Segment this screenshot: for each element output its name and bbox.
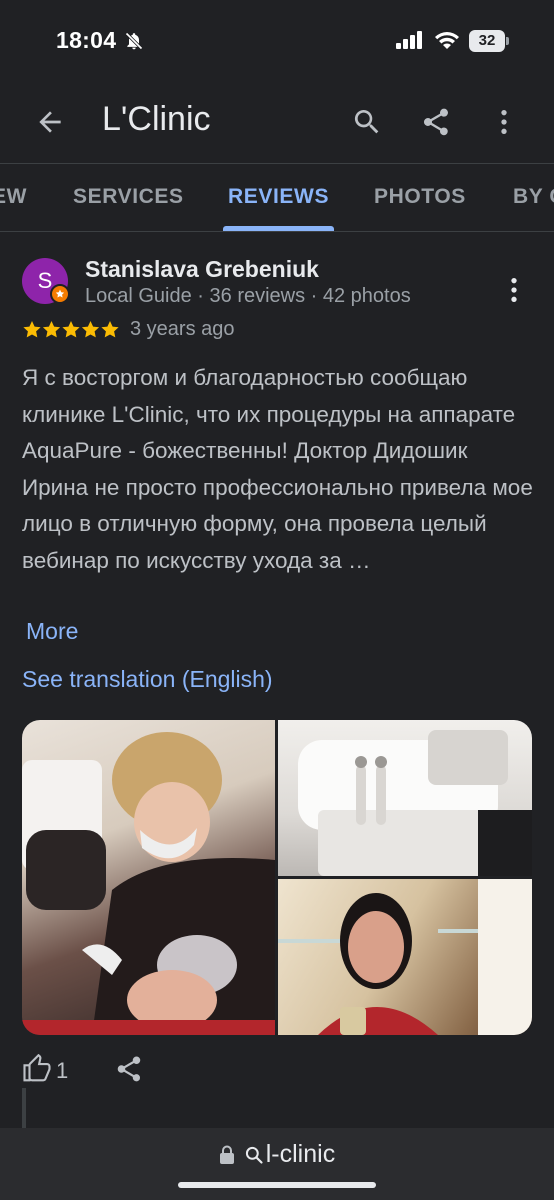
home-indicator[interactable]: [178, 1182, 376, 1188]
star-icon: [42, 321, 61, 338]
review-age: 3 years ago: [130, 318, 235, 340]
tab-by-category[interactable]: BY C: [513, 185, 554, 209]
more-link[interactable]: More: [26, 618, 78, 645]
address-bar[interactable]: l-clinic: [0, 1140, 554, 1169]
review-photo[interactable]: [278, 720, 532, 876]
review-text: Я с восторгом и благодарностью сообщаю к…: [22, 365, 533, 573]
tab-photos[interactable]: PHOTOS: [374, 185, 466, 209]
bell-off-icon: [125, 32, 143, 50]
review-more-vert-icon[interactable]: [498, 274, 530, 306]
share-review-icon[interactable]: [114, 1054, 144, 1084]
tab-overview[interactable]: EW: [0, 185, 27, 209]
active-tab-indicator: [223, 226, 334, 231]
status-time: 18:04: [56, 27, 117, 53]
star-icon: [62, 321, 80, 338]
status-bar: 18:04 32: [0, 0, 554, 80]
star-rating: [23, 321, 119, 338]
reviewer-meta: Local Guide · 36 reviews · 42 photos: [85, 285, 411, 307]
review-card: S Stanislava Grebeniuk Local Guide · 36 …: [0, 232, 554, 1132]
star-icon: [81, 321, 100, 338]
like-count: 1: [56, 1058, 69, 1083]
review-photo[interactable]: [22, 720, 275, 1035]
search-icon[interactable]: [351, 106, 383, 138]
review-photo-grid: [22, 720, 532, 1035]
next-review-divider: [22, 1088, 26, 1128]
star-icon: [101, 321, 119, 338]
page-title: L'Clinic: [102, 100, 211, 138]
search-small-icon: [245, 1147, 263, 1164]
review-photo[interactable]: [278, 879, 532, 1035]
reviewer-name[interactable]: Stanislava Grebeniuk: [85, 256, 319, 283]
review-actions: 1: [0, 1054, 554, 1094]
cellular-signal-icon: [396, 31, 422, 49]
share-icon[interactable]: [420, 106, 452, 138]
thumbs-up-icon[interactable]: [22, 1054, 52, 1084]
back-arrow-icon[interactable]: [34, 106, 66, 138]
tab-services[interactable]: SERVICES: [73, 185, 184, 209]
url-text: l-clinic: [265, 1140, 336, 1168]
tab-reviews[interactable]: REVIEWS: [228, 185, 329, 209]
see-translation-link[interactable]: See translation (English): [22, 666, 273, 693]
battery-level: 32: [469, 30, 505, 52]
lock-icon: [219, 1145, 234, 1165]
browser-bottom-bar[interactable]: l-clinic: [0, 1128, 554, 1200]
local-guide-badge-icon: [50, 284, 70, 304]
battery-indicator: 32: [469, 30, 509, 52]
more-vert-icon[interactable]: [488, 106, 520, 138]
wifi-icon: [435, 32, 459, 49]
app-bar: L'Clinic: [0, 80, 554, 163]
tab-bar: EW SERVICES REVIEWS PHOTOS BY C: [0, 163, 554, 232]
star-icon: [23, 321, 41, 338]
